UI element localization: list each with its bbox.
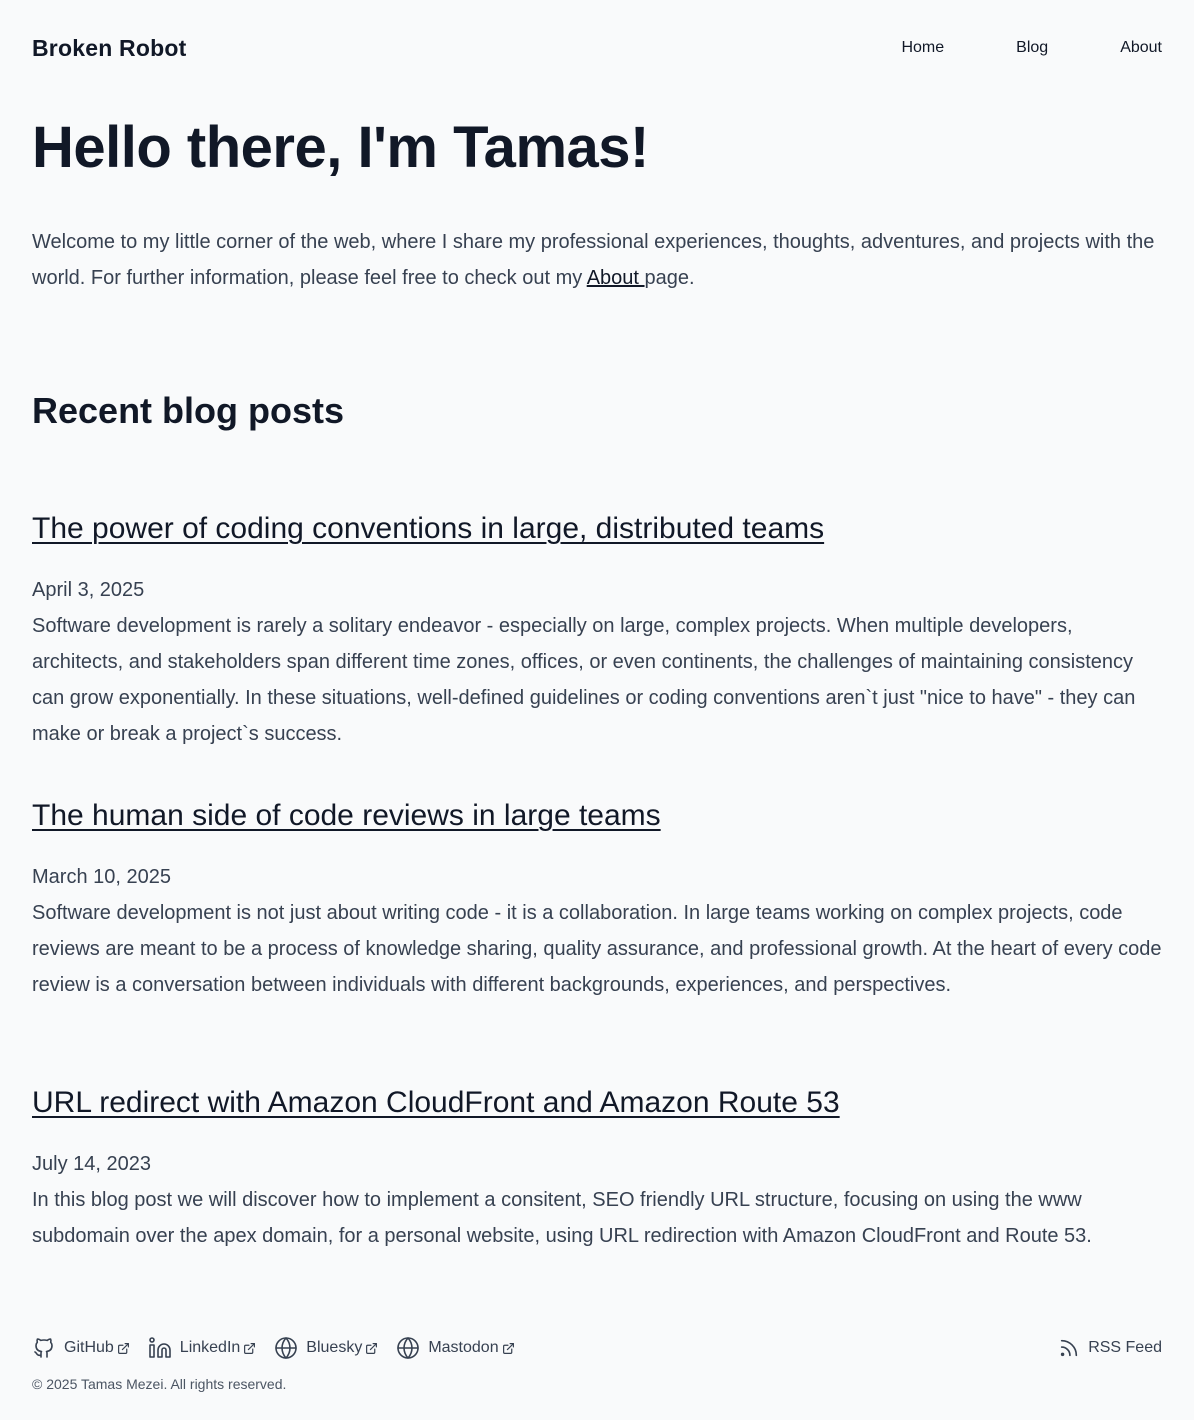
blog-post: The human side of code reviews in large … xyxy=(32,797,1162,1003)
nav-home-link[interactable]: Home xyxy=(901,39,944,57)
post-title-link[interactable]: The power of coding conventions in large… xyxy=(32,510,1162,548)
linkedin-icon xyxy=(148,1337,171,1358)
rss-feed-link[interactable]: RSS Feed xyxy=(1058,1337,1162,1359)
mastodon-label: Mastodon xyxy=(428,1339,499,1356)
post-title-link[interactable]: URL redirect with Amazon CloudFront and … xyxy=(32,1084,1162,1122)
post-date: March 10, 2025 xyxy=(32,866,171,888)
intro-text: Welcome to my little corner of the web, … xyxy=(32,224,1162,296)
rss-feed-label: RSS Feed xyxy=(1088,1339,1162,1356)
nav-about-link[interactable]: About xyxy=(1120,39,1162,57)
post-title-link[interactable]: The human side of code reviews in large … xyxy=(32,797,1162,835)
bluesky-link[interactable]: Bluesky xyxy=(274,1336,378,1360)
page: Broken Robot Home Blog About Hello there… xyxy=(0,0,1194,1420)
external-link-icon xyxy=(502,1342,514,1354)
main-nav: Home Blog About xyxy=(901,39,1162,57)
globe-icon xyxy=(397,1337,420,1359)
post-summary: Software development is not just about w… xyxy=(32,902,1162,996)
blog-post: The power of coding conventions in large… xyxy=(32,510,1162,752)
linkedin-label: LinkedIn xyxy=(179,1339,241,1356)
hero-title: Hello there, I'm Tamas! xyxy=(32,115,649,180)
globe-icon xyxy=(275,1337,298,1359)
external-link-icon xyxy=(244,1342,256,1354)
site-title-link[interactable]: Broken Robot xyxy=(32,35,186,62)
external-link-icon xyxy=(366,1342,378,1354)
rss-icon xyxy=(1061,1339,1078,1357)
post-summary: In this blog post we will discover how t… xyxy=(32,1189,1092,1247)
external-link-icon xyxy=(117,1342,129,1354)
site-header: Broken Robot Home Blog About xyxy=(32,28,1162,68)
blog-post: URL redirect with Amazon CloudFront and … xyxy=(32,1084,1162,1254)
github-label: GitHub xyxy=(64,1339,114,1356)
nav-blog-link[interactable]: Blog xyxy=(1016,39,1048,57)
social-links: GitHub LinkedIn Bluesky Mastodon xyxy=(32,1336,533,1360)
github-link[interactable]: GitHub xyxy=(32,1336,130,1360)
post-date: July 14, 2023 xyxy=(32,1153,151,1175)
post-date: April 3, 2025 xyxy=(32,579,145,601)
copyright-text: © 2025 Tamas Mezei. All rights reserved. xyxy=(32,1376,287,1392)
recent-posts-title: Recent blog posts xyxy=(32,390,345,431)
site-footer: GitHub LinkedIn Bluesky Mastodon RSS Fee… xyxy=(32,1332,1162,1364)
post-summary: Software development is rarely a solitar… xyxy=(32,615,1136,745)
intro-text-after: page. xyxy=(644,267,695,289)
intro-about-link[interactable]: About xyxy=(587,267,645,289)
github-icon xyxy=(34,1338,53,1358)
linkedin-link[interactable]: LinkedIn xyxy=(148,1336,257,1360)
bluesky-label: Bluesky xyxy=(306,1339,363,1356)
mastodon-link[interactable]: Mastodon xyxy=(396,1336,514,1360)
